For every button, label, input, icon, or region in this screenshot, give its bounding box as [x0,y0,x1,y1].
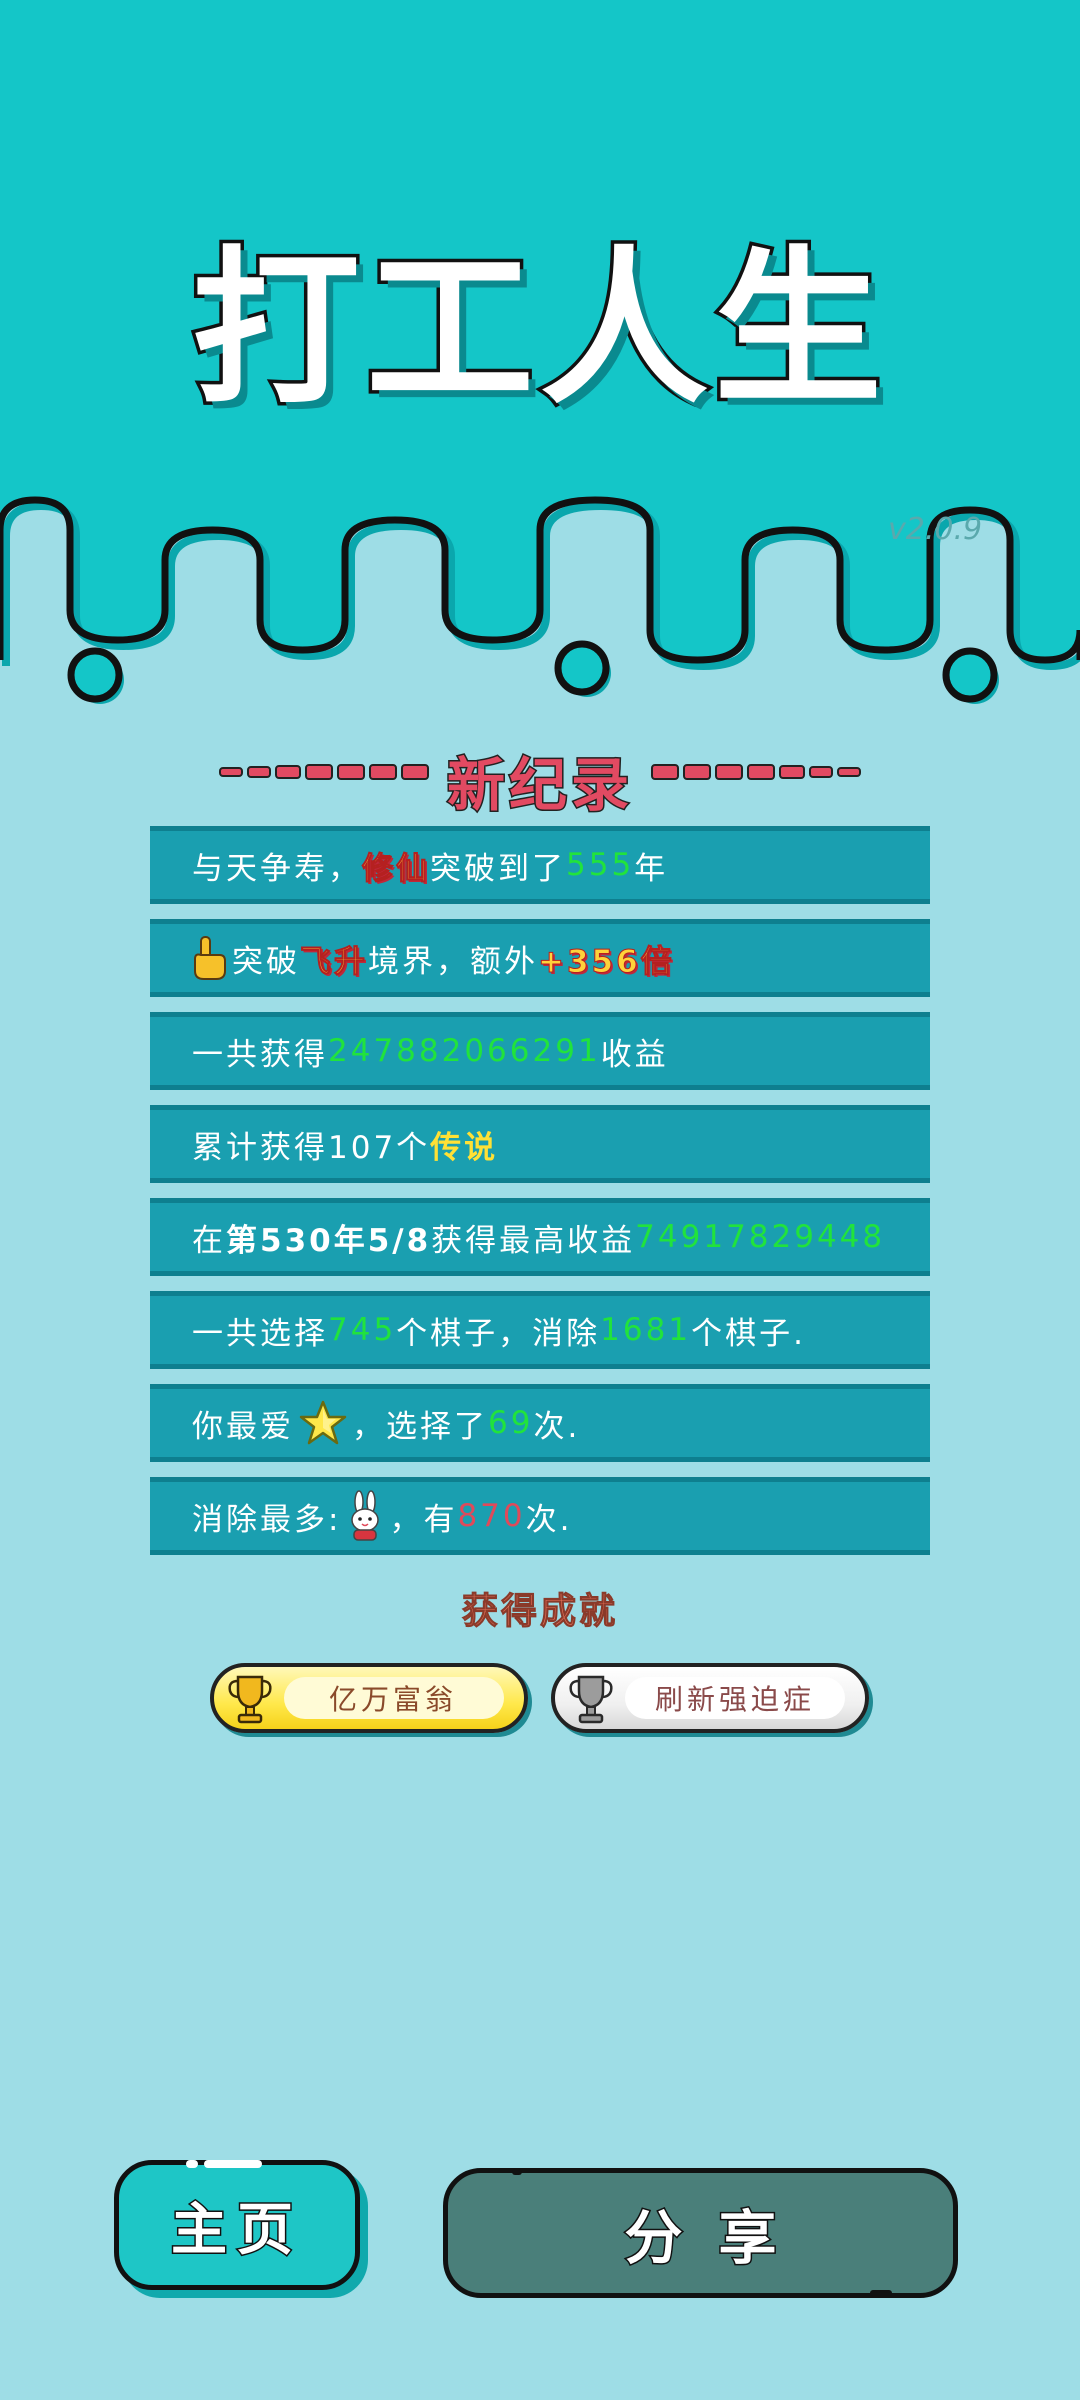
row-text: ，有 [389,1501,458,1538]
share-button-highlight [870,2290,892,2296]
gold-trophy-icon [228,1675,272,1724]
game-title: 打工人生 [189,231,888,427]
eliminated-most-count: 870 [457,1498,526,1534]
row-text: 你最爱 [192,1408,294,1445]
row-text: 获得最高收益 [431,1222,636,1259]
row-text: ，选择了 [352,1408,488,1445]
record-row-favorite: 你最爱 ，选择了 69 次. [150,1384,930,1462]
row-text: 突破 [232,943,300,980]
realm-tag: 飞升 [300,943,368,980]
drip-drop [67,647,123,703]
share-button-highlight [512,2169,522,2175]
realm-tag: 修仙 [362,850,430,887]
badge-label: 亿万富翁 [329,1683,458,1716]
record-row-peak-earnings: 在 第530年5/8 获得最高收益 74917829448 [150,1198,930,1276]
row-text: 累计获得107个 [192,1129,431,1166]
row-text: 突破到了 [430,850,566,887]
bonus-value: +356倍 [538,943,675,980]
achievement-badge-millionaire[interactable]: 亿万富翁 [210,1663,528,1733]
row-text: 次. [525,1501,573,1538]
row-text: 一共获得 [192,1036,328,1073]
record-row-longevity: 与天争寿， 修仙 突破到了 555 年 [150,826,930,904]
game-screen: 打工人生 v2.0.9 新纪录 与天争寿， 修仙 突破到了 555 年 突破 飞… [0,0,1080,2400]
share-button[interactable]: 分享 [443,2168,958,2298]
record-row-total-earnings: 一共获得 247882066291 收益 [150,1012,930,1090]
record-row-legends: 累计获得107个 传说 [150,1105,930,1183]
row-text: 消除最多: [192,1501,342,1538]
drip-drop [942,647,998,703]
peak-date: 第530年5/8 [226,1222,432,1259]
row-text: 与天争寿， [192,850,362,887]
achievement-badge-refresh-compulsion[interactable]: 刷新强迫症 [551,1663,869,1733]
earnings-value: 247882066291 [328,1033,601,1069]
achievements-title: 获得成就 [461,1591,618,1633]
row-text: 境界，额外 [368,943,538,980]
years-value: 555 [566,847,635,883]
record-row-most-eliminated: 消除最多: ，有 870 次. [150,1477,930,1555]
badge-label: 刷新强迫症 [655,1683,816,1716]
row-text: 年 [634,850,669,887]
row-text: 个棋子. [691,1315,806,1352]
star-icon [299,1400,347,1445]
rabbit-icon [351,1490,380,1541]
record-title: 新纪录 [445,750,633,821]
version-label: v2.0.9 [888,512,983,547]
eliminated-count: 1681 [600,1312,692,1348]
home-button[interactable]: 主页 [114,2160,360,2290]
selected-count: 745 [328,1312,397,1348]
record-row-pieces: 一共选择 745 个棋子，消除 1681 个棋子. [150,1291,930,1369]
favorite-count: 69 [488,1405,534,1441]
row-text: 次. [533,1408,581,1445]
legend-tag: 传说 [430,1129,499,1166]
home-button-highlight [204,2160,262,2168]
drip-drop [554,640,610,696]
row-text: 收益 [600,1036,669,1073]
row-text: 一共选择 [192,1315,328,1352]
record-row-ascension: 突破 飞升 境界，额外 +356倍 [150,919,930,997]
peak-value: 74917829448 [635,1219,886,1255]
pointing-hand-icon [194,936,226,980]
silver-trophy-icon [569,1675,613,1724]
row-text: 在 [192,1222,226,1259]
row-text: 个棋子，消除 [396,1315,601,1352]
home-button-highlight [186,2160,198,2168]
